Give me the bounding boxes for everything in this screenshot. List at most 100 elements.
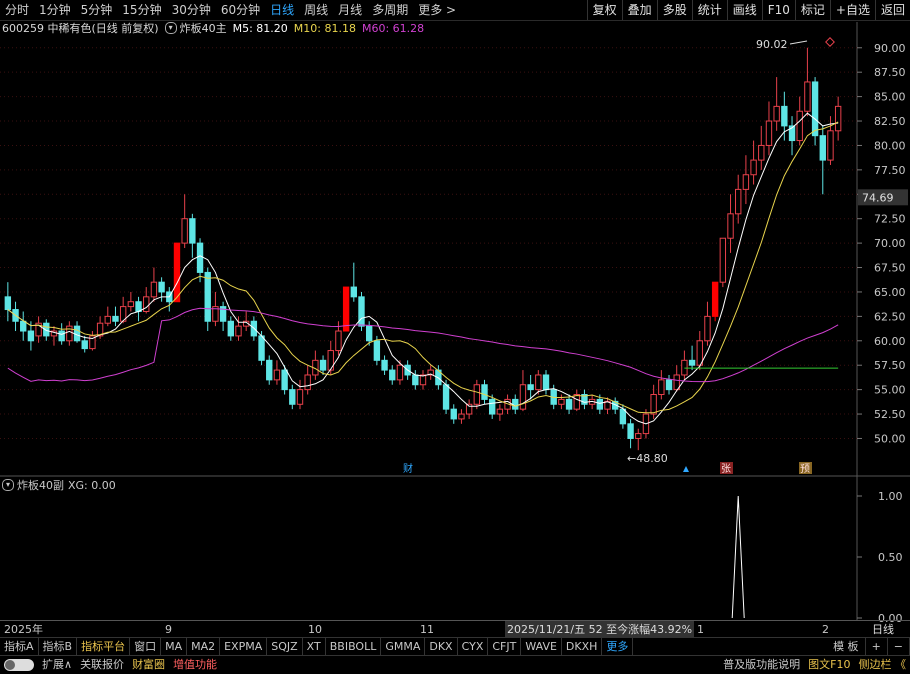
indicator-tab-11[interactable]: DKX xyxy=(425,638,458,655)
bottom-left-item-0[interactable]: 扩展∧ xyxy=(38,655,76,674)
sub-indicator-dropdown-icon[interactable]: ▾ xyxy=(2,479,14,491)
candle-body-82 xyxy=(635,433,642,439)
candle-body-44 xyxy=(342,286,350,332)
indicator-tab-16[interactable]: 更多 xyxy=(602,638,634,655)
candle-body-67 xyxy=(519,384,527,410)
candle-body-35 xyxy=(273,369,281,381)
xg-signal-spike xyxy=(731,495,745,619)
month-label-10: 10 xyxy=(308,622,322,636)
candle-body-42 xyxy=(327,350,334,371)
indicator-control-2[interactable]: − xyxy=(888,638,910,655)
price-chart[interactable]: 90.0087.5085.0082.5080.0077.5075.0072.50… xyxy=(0,0,910,674)
indicator-tab-1[interactable]: 指标B xyxy=(39,638,78,655)
price-tick-label-16: 50.00 xyxy=(874,432,906,445)
month-label-2: 2 xyxy=(822,622,829,636)
candle-body-0 xyxy=(4,296,12,311)
price-tick-label-12: 60.00 xyxy=(874,335,906,348)
indicator-tab-15[interactable]: DKXH xyxy=(562,638,603,655)
price-tick-label-11: 62.50 xyxy=(874,310,906,323)
indicator-tab-12[interactable]: CYX xyxy=(458,638,489,655)
candle-body-43 xyxy=(335,330,342,352)
candle-body-86 xyxy=(665,379,673,391)
candle-body-23 xyxy=(181,218,188,244)
bottom-left-item-3[interactable]: 增值功能 xyxy=(169,655,221,674)
price-tick-label-5: 77.50 xyxy=(874,164,906,177)
event-mark-0: 财 xyxy=(403,462,413,475)
price-tick-label-10: 65.00 xyxy=(874,286,906,299)
price-tick-label-14: 55.00 xyxy=(874,384,906,397)
sub-tick-label-1: 0.50 xyxy=(878,551,903,564)
event-mark-1: 张 xyxy=(721,463,731,475)
candlestick-series xyxy=(4,47,842,451)
sidebar-toggle[interactable] xyxy=(4,658,34,671)
cursor-date-info: 2025/11/21/五 52 至今涨幅43.92% xyxy=(505,621,695,637)
candle-body-38 xyxy=(296,389,304,405)
candle-body-62 xyxy=(481,384,488,400)
candle-body-57 xyxy=(442,384,450,410)
high-price-arrow xyxy=(789,40,808,45)
event-mark-2: 预 xyxy=(800,463,810,475)
price-tick-label-7: 72.50 xyxy=(874,213,906,226)
bottom-right-item-0[interactable]: 普及版功能说明 xyxy=(719,655,804,674)
indicator-tab-10[interactable]: GMMA xyxy=(381,638,426,655)
candle-body-36 xyxy=(281,369,288,391)
candle-body-37 xyxy=(289,389,296,405)
bottom-left-item-2[interactable]: 财富圈 xyxy=(128,655,169,674)
high-price-label: 90.02 xyxy=(756,38,788,51)
candle-body-94 xyxy=(727,213,734,239)
indicator-tab-0[interactable]: 指标A xyxy=(0,638,39,655)
date-axis-bar: 2025年 9 10 11 2025/11/21/五 52 至今涨幅43.92%… xyxy=(0,620,910,637)
indicator-tab-9[interactable]: BBIBOLL xyxy=(326,638,382,655)
indicator-tab-13[interactable]: CFJT xyxy=(488,638,522,655)
candle-body-58 xyxy=(450,408,457,420)
price-tick-label-15: 52.50 xyxy=(874,408,906,421)
candle-body-74 xyxy=(573,394,580,410)
period-label[interactable]: 日线 xyxy=(872,621,894,637)
candle-body-25 xyxy=(196,242,204,273)
indicator-tab-8[interactable]: XT xyxy=(303,638,326,655)
candle-body-9 xyxy=(73,325,81,342)
low-price-label: ←48.80 xyxy=(627,452,668,465)
sub-info-bar: ▾ 炸板40副 XG: 0.00 xyxy=(2,478,910,492)
candle-body-101 xyxy=(781,105,788,127)
candle-body-50 xyxy=(389,369,396,381)
sub-indicator-name[interactable]: 炸板40副 xyxy=(17,477,64,493)
indicator-tab-4[interactable]: MA xyxy=(161,638,188,655)
candle-body-26 xyxy=(204,271,211,322)
candle-body-98 xyxy=(758,144,765,161)
candle-body-92 xyxy=(711,281,719,317)
indicator-tab-3[interactable]: 窗口 xyxy=(130,638,162,655)
candle-body-93 xyxy=(719,237,727,283)
indicator-control-1[interactable]: + xyxy=(866,638,888,655)
candle-body-13 xyxy=(104,315,111,324)
indicator-tab-5[interactable]: MA2 xyxy=(187,638,221,655)
candle-body-84 xyxy=(650,394,657,415)
candle-body-64 xyxy=(496,408,504,415)
indicator-tab-2[interactable]: 指标平台 xyxy=(77,638,131,655)
bottom-right-item-1[interactable]: 图文F10 xyxy=(804,655,854,674)
candle-body-51 xyxy=(396,364,404,381)
candle-body-61 xyxy=(473,384,481,405)
candle-body-14 xyxy=(112,315,119,322)
month-label-9: 9 xyxy=(165,622,172,636)
indicator-right-controls: 模 板 + − xyxy=(827,638,910,655)
candle-body-100 xyxy=(773,105,780,122)
bottom-right-item-2[interactable]: 侧边栏 《 xyxy=(855,655,910,674)
indicator-tab-6[interactable]: EXPMA xyxy=(220,638,268,655)
indicator-tab-14[interactable]: WAVE xyxy=(521,638,562,655)
indicator-tab-7[interactable]: SQJZ xyxy=(267,638,303,655)
candle-body-46 xyxy=(358,296,365,327)
bottom-left-items: 扩展∧ 关联报价 财富圈 增值功能 xyxy=(38,655,221,674)
sub-indicator-chart: 1.000.500.00 xyxy=(731,490,903,625)
candle-body-89 xyxy=(688,359,696,366)
candle-body-19 xyxy=(150,281,158,298)
indicator-control-0[interactable]: 模 板 xyxy=(827,638,866,655)
candle-body-39 xyxy=(304,374,311,391)
bottom-bar: 扩展∧ 关联报价 财富圈 增值功能 普及版功能说明 图文F10 侧边栏 《 xyxy=(0,655,910,674)
candle-body-29 xyxy=(227,320,234,337)
candle-body-69 xyxy=(535,374,542,391)
bottom-left-item-1[interactable]: 关联报价 xyxy=(76,655,128,674)
candle-body-73 xyxy=(565,398,573,410)
sub-xg-value: XG: 0.00 xyxy=(68,478,116,492)
price-tick-label-1: 87.50 xyxy=(874,66,906,79)
